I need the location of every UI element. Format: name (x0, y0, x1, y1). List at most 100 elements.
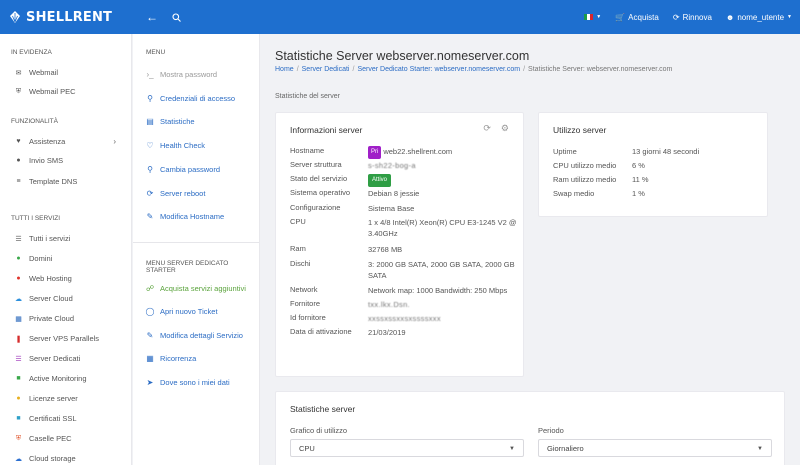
menu-item-ricorrenza[interactable]: ▦ Ricorrenza (146, 354, 196, 363)
sidebar-item-tutti-servizi[interactable]: ☰ Tutti i servizi (15, 234, 70, 243)
heartbeat-icon: ♡ (146, 141, 154, 150)
monitor-icon: ■ (16, 375, 21, 382)
info-label-os: Sistema operativo (290, 188, 351, 197)
sidebar-item-ssl[interactable]: ■ Certificati SSL (15, 414, 77, 423)
sidebar-item-webmail-pec[interactable]: ⛨ Webmail PEC (15, 87, 76, 96)
menu-item-label: Apri nuovo Ticket (160, 307, 218, 316)
sidebar-item-label: Server VPS Parallels (29, 334, 100, 343)
certificate-icon: ■ (16, 415, 21, 422)
globe-icon: ● (16, 255, 21, 262)
sidebar-item-template-dns[interactable]: ≡ Template DNS (15, 177, 77, 186)
sidebar-item-server-dedicati[interactable]: ☰ Server Dedicati (15, 354, 80, 363)
menu-item-label: Ricorrenza (160, 354, 197, 363)
menu-item-label: Credenziali di accesso (160, 94, 236, 103)
graph-type-select[interactable]: CPU ▼ (290, 439, 524, 457)
user-menu[interactable]: ☻ nome_utente ▼ (726, 13, 792, 22)
info-value-fornitore: txx.lkx.Dsn. (368, 300, 410, 309)
sidebar-item-label: Invio SMS (29, 156, 64, 165)
menu-item-credenziali[interactable]: ⚲ Credenziali di accesso (146, 94, 235, 103)
ticket-icon: ◯ (145, 307, 155, 316)
caret-down-icon: ▼ (787, 14, 792, 20)
menu-item-dove-dati[interactable]: ➤ Dove sono i miei dati (146, 378, 230, 387)
logo-text: SHELLRENT (26, 9, 113, 25)
breadcrumb-home[interactable]: Home (275, 66, 294, 73)
info-value-server-struttura: s-sh22-bog-a (368, 161, 416, 170)
sidebar-item-label: Server Dedicati (29, 354, 81, 363)
sidebar-item-licenze[interactable]: ● Licenze server (15, 394, 77, 403)
sidebar-item-private-cloud[interactable]: ▦ Private Cloud (15, 314, 74, 323)
sidebar-item-label: Certificati SSL (29, 414, 77, 423)
caret-down-icon: ▼ (757, 446, 763, 452)
language-selector[interactable]: ▼ (584, 14, 601, 20)
period-select[interactable]: Giornaliero ▼ (538, 439, 772, 457)
menu-item-apri-ticket[interactable]: ◯ Apri nuovo Ticket (146, 307, 218, 316)
sidebar-item-web-hosting[interactable]: ● Web Hosting (15, 274, 72, 283)
gear-icon[interactable]: ⚙ (501, 123, 509, 134)
sidebar-item-label: Assistenza (29, 137, 66, 146)
sidebar-item-domini[interactable]: ● Domini (15, 254, 52, 263)
sidebar-item-invio-sms[interactable]: ● Invio SMS (15, 156, 63, 165)
info-label-stato: Stato del servizio (290, 174, 348, 183)
usage-value-uptime: 13 giorni 48 secondi (632, 147, 700, 156)
menu-item-label: Health Check (160, 141, 206, 150)
edit-icon: ✎ (146, 331, 154, 340)
renew-link[interactable]: ⟳ Rinnova (673, 13, 712, 22)
cart-label: Acquista (628, 12, 659, 22)
caret-down-icon: ▼ (509, 446, 515, 452)
search-icon[interactable] (172, 12, 181, 22)
sidebar-item-cloud-storage[interactable]: ☁ Cloud storage (15, 454, 76, 463)
sidebar-item-label: Web Hosting (29, 274, 72, 283)
info-label-id-fornitore: Id fornitore (290, 313, 326, 322)
page-subtitle: Statistiche del server (275, 93, 340, 100)
menu-item-mostra-password[interactable]: ›_ Mostra password (146, 70, 217, 79)
sidebar-item-server-vps[interactable]: ❚ Server VPS Parallels (15, 334, 99, 343)
sidebar-item-server-cloud[interactable]: ☁ Server Cloud (15, 294, 73, 303)
breadcrumb-server-starter[interactable]: Server Dedicato Starter: webserver.nomes… (357, 66, 520, 73)
top-navbar: SHELLRENT ← ▼ 🛒 Acquista ⟳ Rinnova ☻ nom… (0, 0, 800, 34)
sidebar-section-funzionalita: FUNZIONALITÀ (11, 118, 58, 125)
menu-title-starter: MENU SERVER DEDICATO STARTER (146, 260, 229, 274)
card-title: Statistiche server (290, 404, 356, 414)
menu-item-modifica-dettagli[interactable]: ✎ Modifica dettagli Servizio (146, 331, 243, 340)
sidebar-item-label: Server Cloud (29, 294, 73, 303)
sidebar-item-label: Private Cloud (29, 314, 75, 323)
sidebar-item-label: Webmail (29, 68, 59, 77)
chat-icon: ● (16, 157, 21, 164)
shellrent-logo[interactable]: SHELLRENT (0, 0, 132, 34)
menu-item-server-reboot[interactable]: ⟳ Server reboot (146, 189, 206, 198)
sidebar-item-label: Cloud storage (29, 454, 76, 463)
menu-item-label: Acquista servizi aggiuntivi (160, 284, 246, 293)
terminal-icon: ›_ (146, 70, 154, 79)
refresh-icon: ⟳ (672, 12, 680, 22)
menu-item-health-check[interactable]: ♡ Health Check (146, 141, 205, 150)
bars-icon: ☰ (15, 235, 22, 243)
sidebar-item-assistenza[interactable]: ♥ Assistenza (15, 137, 117, 146)
cart-link[interactable]: 🛒 Acquista (615, 13, 659, 22)
sidebar-item-webmail[interactable]: ✉ Webmail (15, 68, 58, 77)
breadcrumb-current: Statistiche Server: webserver.nomeserver… (528, 66, 673, 73)
info-label-network: Network (290, 285, 318, 294)
arrow-left-icon[interactable]: ← (146, 10, 158, 24)
italy-flag-icon (584, 14, 594, 20)
calendar-icon: ▦ (146, 354, 154, 363)
info-value-cpu: 1 x 4/8 Intel(R) Xeon(R) CPU E3-1245 V2 … (368, 218, 517, 238)
page-title: Statistiche Server webserver.nomeserver.… (275, 49, 530, 63)
caret-down-icon: ▼ (596, 14, 602, 20)
chevron-right-icon[interactable]: › (113, 137, 116, 146)
menu-item-cambia-password[interactable]: ⚲ Cambia password (146, 165, 220, 174)
breadcrumb-server-dedicati[interactable]: Server Dedicati (302, 66, 350, 73)
graph-select-label: Grafico di utilizzo (290, 426, 348, 435)
menu-item-statistiche[interactable]: ▤ Statistiche (146, 117, 194, 126)
usage-value-swap: 1 % (632, 189, 645, 198)
sidebar-item-label: Webmail PEC (29, 87, 76, 96)
menu-item-modifica-hostname[interactable]: ✎ Modifica Hostname (146, 212, 225, 221)
menu-item-label: Dove sono i miei dati (160, 378, 230, 387)
refresh-icon[interactable]: ⟳ (483, 123, 491, 134)
info-value-hostname: Pri web22.shellrent.com (368, 146, 518, 159)
sidebar-item-active-monitoring[interactable]: ■ Active Monitoring (15, 374, 86, 383)
parallels-icon: ❚ (15, 335, 22, 343)
info-label-ram: Ram (290, 244, 306, 253)
menu-item-acquista-servizi[interactable]: ☍ Acquista servizi aggiuntivi (146, 284, 246, 293)
cart-icon: 🛒 (615, 12, 626, 22)
sidebar-item-pec[interactable]: ⛨ Caselle PEC (15, 434, 72, 443)
